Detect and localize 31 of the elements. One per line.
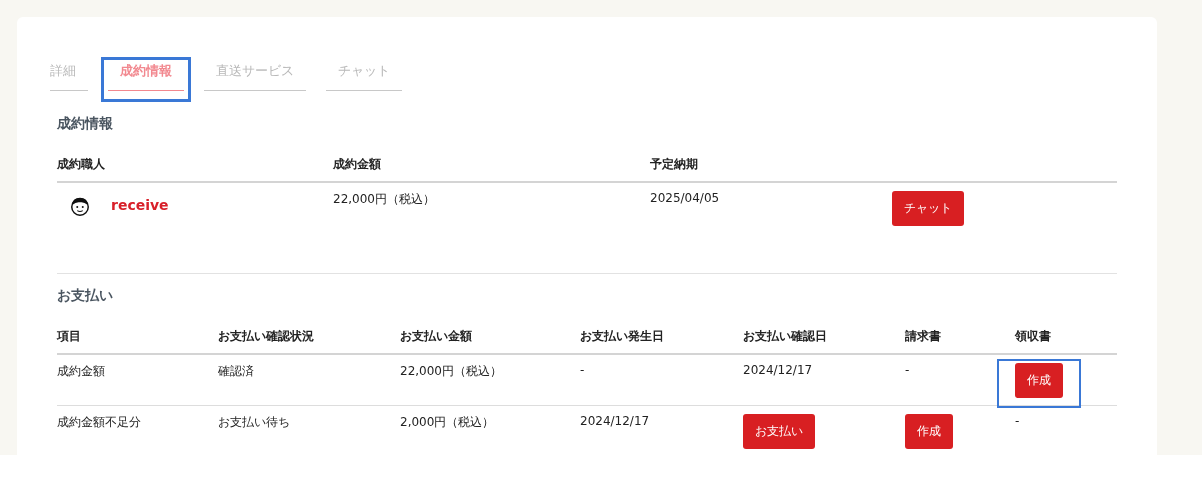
table-cell: お支払い待ち: [218, 414, 290, 431]
table-cell: -: [580, 363, 585, 377]
table-cell: -: [905, 363, 910, 377]
craftsman-link[interactable]: receive: [111, 197, 169, 213]
action-button[interactable]: 作成: [1015, 363, 1063, 398]
table-cell: 2,000円（税込）: [400, 414, 495, 431]
column-header: お支払い金額: [400, 327, 472, 345]
column-header: 成約金額: [333, 155, 381, 173]
table-cell: 2025/04/05: [650, 191, 720, 205]
column-header: 領収書: [1015, 327, 1051, 345]
avatar-icon: [69, 195, 91, 217]
table-cell: 22,000円（税込）: [400, 363, 502, 380]
table-cell: 2024/12/17: [580, 414, 650, 428]
table-cell: 確認済: [218, 363, 254, 380]
table-cell: 22,000円（税込）: [333, 191, 435, 208]
column-header: 成約職人: [57, 155, 105, 173]
table-cell: -: [1015, 414, 1020, 428]
section-title: お支払い: [57, 287, 114, 305]
table-cell: 成約金額: [57, 363, 105, 380]
table-cell: 成約金額不足分: [57, 414, 141, 431]
section-title: 成約情報: [57, 115, 114, 133]
column-header: 請求書: [905, 327, 941, 345]
chat-button[interactable]: チャット: [892, 191, 964, 226]
column-header: お支払い発生日: [580, 327, 664, 345]
column-header: 予定納期: [650, 155, 698, 173]
column-header: 項目: [57, 327, 81, 345]
column-header: お支払い確認日: [743, 327, 827, 345]
action-button[interactable]: 作成: [905, 414, 953, 449]
action-button[interactable]: お支払い: [743, 414, 815, 449]
column-header: お支払い確認状況: [218, 327, 314, 345]
table-cell: 2024/12/17: [743, 363, 813, 377]
